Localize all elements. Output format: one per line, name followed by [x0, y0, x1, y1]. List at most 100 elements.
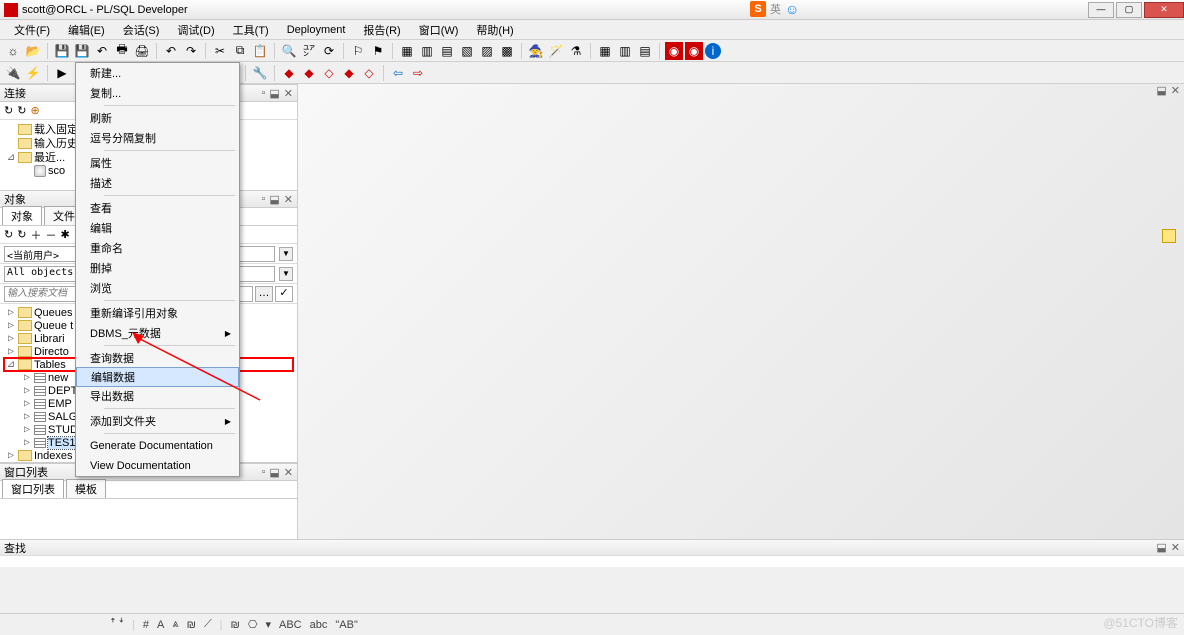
- close-button[interactable]: ✕: [1144, 2, 1184, 18]
- minimize-button[interactable]: —: [1088, 2, 1114, 18]
- menu-report[interactable]: 报告(R): [357, 20, 406, 40]
- ctx-recompile[interactable]: 重新编译引用对象: [76, 303, 239, 323]
- ctx-copy[interactable]: 复制...: [76, 83, 239, 103]
- menu-deployment[interactable]: Deployment: [281, 22, 352, 38]
- wrench-icon[interactable]: 🔧: [251, 64, 269, 82]
- menu-edit[interactable]: 编辑(E): [62, 20, 111, 40]
- undo-icon[interactable]: ↶: [162, 42, 180, 60]
- itool3-icon[interactable]: ▤: [438, 42, 456, 60]
- copy-icon[interactable]: ⧉: [231, 42, 249, 60]
- ctx-querydata[interactable]: 查询数据: [76, 348, 239, 368]
- browse-button[interactable]: …: [255, 286, 273, 302]
- new-icon[interactable]: ☼: [4, 42, 22, 60]
- filter-icon[interactable]: ↻: [17, 104, 26, 117]
- dot5-icon[interactable]: ◇: [360, 64, 378, 82]
- bookmark-icon[interactable]: ⚐: [349, 42, 367, 60]
- refresh-obj-icon[interactable]: ↻: [4, 228, 13, 241]
- info-icon[interactable]: i: [705, 43, 721, 59]
- star-icon[interactable]: ✱: [60, 228, 69, 241]
- ctx-edit[interactable]: 编辑: [76, 218, 239, 238]
- pin-icon[interactable]: ▫: [261, 87, 265, 100]
- ctx-new[interactable]: 新建...: [76, 63, 239, 83]
- ctx-rename[interactable]: 重命名: [76, 238, 239, 258]
- ctx-viewdoc[interactable]: View Documentation: [76, 456, 239, 476]
- saveall-icon[interactable]: 💾: [73, 42, 91, 60]
- wizard2-icon[interactable]: 🪄: [547, 42, 565, 60]
- tabarea-close-icon[interactable]: ✕: [1171, 84, 1180, 100]
- paste-icon[interactable]: 📋: [251, 42, 269, 60]
- menu-window[interactable]: 窗口(W): [413, 20, 465, 40]
- ok-button[interactable]: ✓: [275, 286, 293, 302]
- itool5-icon[interactable]: ▨: [478, 42, 496, 60]
- ctx-exportdata[interactable]: 导出数据: [76, 386, 239, 406]
- user-dropdown-icon[interactable]: ▼: [279, 247, 293, 261]
- ctx-delete[interactable]: 删掉: [76, 258, 239, 278]
- dot3-icon[interactable]: ◇: [320, 64, 338, 82]
- maximize-button[interactable]: ▢: [1116, 2, 1142, 18]
- find-icon[interactable]: 🔍: [280, 42, 298, 60]
- ctx-desc[interactable]: 描述: [76, 173, 239, 193]
- oracle2-icon[interactable]: ◉: [685, 42, 703, 60]
- save-icon[interactable]: 💾: [53, 42, 71, 60]
- ctx-gendoc[interactable]: Generate Documentation: [76, 436, 239, 456]
- connect-icon[interactable]: 🔌: [4, 64, 22, 82]
- tab-winlist[interactable]: 窗口列表: [2, 479, 64, 498]
- itool1-icon[interactable]: ▦: [398, 42, 416, 60]
- menu-tools[interactable]: 工具(T): [227, 20, 275, 40]
- grid2-icon[interactable]: ▥: [616, 42, 634, 60]
- grid3-icon[interactable]: ▤: [636, 42, 654, 60]
- wizard3-icon[interactable]: ⚗: [567, 42, 585, 60]
- wizard1-icon[interactable]: 🧙: [527, 42, 545, 60]
- ctx-props[interactable]: 属性: [76, 153, 239, 173]
- stat-9: ▾: [265, 618, 271, 631]
- bookmark2-icon[interactable]: ⚑: [369, 42, 387, 60]
- refresh2-icon[interactable]: ↻: [17, 228, 26, 241]
- tab-objects[interactable]: 对象: [2, 206, 42, 225]
- print-icon[interactable]: 🖶: [113, 42, 131, 60]
- ctx-addfav[interactable]: 添加到文件夹▶: [76, 411, 239, 431]
- printer-icon[interactable]: 🖨: [133, 42, 151, 60]
- revert-icon[interactable]: ↶: [93, 42, 111, 60]
- context-menu: 新建... 复制... 刷新 逗号分隔复制 属性 描述 查看 编辑 重命名 删掉…: [75, 62, 240, 477]
- open-icon[interactable]: 📂: [24, 42, 42, 60]
- ctx-view[interactable]: 查看: [76, 198, 239, 218]
- ime-logo-icon: S: [750, 1, 766, 17]
- menu-session[interactable]: 会话(S): [117, 20, 166, 40]
- pin2-icon[interactable]: ⬓: [269, 87, 279, 100]
- ime-lang: 英: [770, 1, 781, 17]
- itool2-icon[interactable]: ▥: [418, 42, 436, 60]
- ctx-browse[interactable]: 浏览: [76, 278, 239, 298]
- itool4-icon[interactable]: ▧: [458, 42, 476, 60]
- findnext-icon[interactable]: ⟳: [320, 42, 338, 60]
- allobjects-dropdown-icon[interactable]: ▼: [279, 267, 293, 281]
- ctx-refresh[interactable]: 刷新: [76, 108, 239, 128]
- ime-indicator[interactable]: S 英 ☺: [750, 1, 799, 17]
- arrow-left-icon[interactable]: ⇦: [389, 64, 407, 82]
- itool6-icon[interactable]: ▩: [498, 42, 516, 60]
- replace-icon[interactable]: ㍐: [300, 42, 318, 60]
- tabarea-pin-icon[interactable]: ⬓: [1156, 84, 1166, 100]
- grid1-icon[interactable]: ▦: [596, 42, 614, 60]
- menu-help[interactable]: 帮助(H): [470, 20, 519, 40]
- redo-icon[interactable]: ↷: [182, 42, 200, 60]
- title-bar: scott@ORCL - PL/SQL Developer — ▢ ✕: [0, 0, 1184, 20]
- ctx-dbms[interactable]: DBMS_元数据▶: [76, 323, 239, 343]
- oracle-icon[interactable]: ◉: [665, 42, 683, 60]
- refresh-icon[interactable]: ↻: [4, 104, 13, 117]
- ctx-csvdup[interactable]: 逗号分隔复制: [76, 128, 239, 148]
- close-panel-icon[interactable]: ✕: [284, 87, 293, 100]
- db-icon[interactable]: ⊕: [30, 104, 39, 117]
- dot1-icon[interactable]: ◆: [280, 64, 298, 82]
- arrow-right-icon[interactable]: ⇨: [409, 64, 427, 82]
- exec-icon[interactable]: ▶: [53, 64, 71, 82]
- ctx-editdata[interactable]: 编辑数据: [76, 367, 239, 387]
- cut-icon[interactable]: ✂: [211, 42, 229, 60]
- disconnect-icon[interactable]: ⚡: [24, 64, 42, 82]
- menu-file[interactable]: 文件(F): [8, 20, 56, 40]
- minus-icon[interactable]: －: [45, 227, 56, 243]
- tab-template[interactable]: 模板: [66, 479, 106, 498]
- dot2-icon[interactable]: ◆: [300, 64, 318, 82]
- menu-debug[interactable]: 调试(D): [171, 20, 220, 40]
- plus-icon[interactable]: ＋: [30, 227, 41, 243]
- dot4-icon[interactable]: ◆: [340, 64, 358, 82]
